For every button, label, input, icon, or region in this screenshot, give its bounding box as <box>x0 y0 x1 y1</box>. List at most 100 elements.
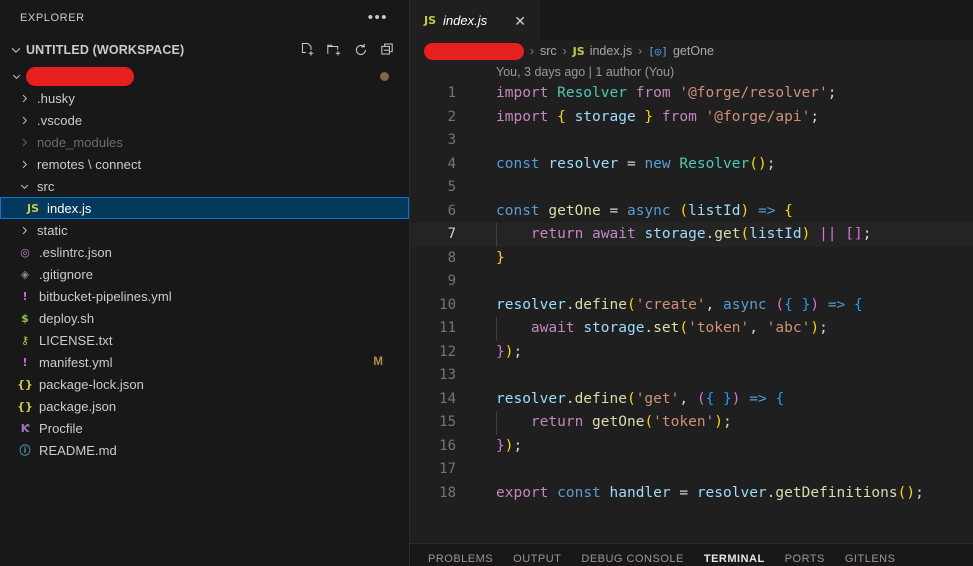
panel-tab-terminal[interactable]: TERMINAL <box>704 553 765 566</box>
code-line[interactable]: 8} <box>410 247 973 271</box>
code-token: import <box>496 108 558 125</box>
code-line[interactable]: 6 const getOne = async (listId) => { <box>410 200 973 224</box>
code-token: ( <box>626 296 636 313</box>
close-icon[interactable]: ✕ <box>510 11 530 31</box>
tree-file-item[interactable]: $ deploy.sh <box>0 307 409 329</box>
code-token: new <box>644 155 671 172</box>
code-line[interactable]: 12}); <box>410 341 973 365</box>
breadcrumb-item-file[interactable]: JS index.js <box>573 44 632 58</box>
code-line[interactable]: 7 return await storage.get(listId) || []… <box>410 223 973 247</box>
bottom-panel-tabs[interactable]: PROBLEMS OUTPUT DEBUG CONSOLE TERMINAL PORTS… <box>410 543 973 566</box>
tree-file-item[interactable]: Ƙ Procfile <box>0 417 409 439</box>
panel-tab-ports[interactable]: PORTS <box>785 553 825 566</box>
chevron-down-icon[interactable] <box>8 65 24 87</box>
tree-file-item[interactable]: ◈ .gitignore <box>0 263 409 285</box>
workspace-root-row[interactable]: UNTITLED (WORKSPACE) <box>0 35 409 65</box>
new-file-icon[interactable] <box>299 42 315 58</box>
code-line[interactable]: 11 await storage.set('token', 'abc'); <box>410 317 973 341</box>
more-actions-icon[interactable]: ••• <box>365 10 391 25</box>
code-token: ( <box>626 390 636 407</box>
code-line[interactable]: 17 <box>410 458 973 482</box>
file-type-icon: {} <box>17 399 33 413</box>
tree-file-item[interactable]: ⓘ README.md <box>0 439 409 461</box>
panel-tab-problems[interactable]: PROBLEMS <box>428 553 493 566</box>
tree-folder-item[interactable]: static <box>0 219 409 241</box>
chevron-right-icon[interactable] <box>16 109 32 131</box>
tree-folder-item[interactable]: .husky <box>0 87 409 109</box>
code-line[interactable]: 4 const resolver = new Resolver(); <box>410 153 973 177</box>
code-token: } <box>496 249 505 266</box>
panel-tab-gitlens[interactable]: GITLENS <box>845 553 896 566</box>
code-line[interactable]: 13 <box>410 364 973 388</box>
chevron-down-icon[interactable] <box>16 175 32 197</box>
refresh-icon[interactable] <box>353 42 369 58</box>
code-token: from <box>661 108 697 125</box>
chevron-right-icon[interactable] <box>16 87 32 109</box>
code-token: ( <box>644 414 654 430</box>
chevron-down-icon[interactable] <box>8 42 24 58</box>
line-number: 4 <box>447 155 456 172</box>
chevron-right-icon[interactable] <box>16 153 32 175</box>
tree-file-item[interactable]: ◎ .eslintrc.json <box>0 241 409 263</box>
tree-item-selected[interactable]: JS index.js <box>0 197 409 219</box>
new-folder-icon[interactable] <box>326 42 342 58</box>
breadcrumb-root-redacted[interactable] <box>424 42 524 60</box>
code-line[interactable]: 16}); <box>410 435 973 459</box>
code-line[interactable]: 9 <box>410 270 973 294</box>
code-token: , <box>749 320 767 336</box>
tree-folder-item[interactable]: src <box>0 175 409 197</box>
code-line-content: await storage.set('token', 'abc'); <box>478 317 973 341</box>
code-line[interactable]: 3 <box>410 129 973 153</box>
tree-file-item[interactable]: {} package-lock.json <box>0 373 409 395</box>
tree-file-item[interactable]: ⚷ LICENSE.txt <box>0 329 409 351</box>
line-number: 18 <box>439 484 456 501</box>
tree-file-item[interactable]: {} package.json <box>0 395 409 417</box>
code-token: get <box>714 226 741 242</box>
code-line[interactable]: 5 <box>410 176 973 200</box>
editor-tab-label: index.js <box>443 13 488 28</box>
code-line[interactable]: 2 import { storage } from '@forge/api'; <box>410 106 973 130</box>
code-token: 'abc' <box>766 320 811 336</box>
code-line-content: import Resolver from '@forge/resolver'; <box>478 82 973 106</box>
code-token: ; <box>810 108 820 125</box>
tree-folder-item[interactable]: .vscode <box>0 109 409 131</box>
vscode-window: EXPLORER ••• UNTITLED (WORKSPACE) .husky… <box>0 0 973 566</box>
code-token: await <box>592 226 636 242</box>
code-token: const <box>496 155 540 172</box>
tree-folder-item[interactable]: remotes \ connect <box>0 153 409 175</box>
panel-tab-debug-console[interactable]: DEBUG CONSOLE <box>581 553 683 566</box>
code-token: } <box>496 437 505 454</box>
chevron-right-icon[interactable] <box>16 131 32 153</box>
breadcrumb-item-symbol[interactable]: [◎] getOne <box>648 44 714 58</box>
breadcrumb-separator: › <box>562 44 567 58</box>
code-line[interactable]: 10 resolver.define('create', async ({ }) … <box>410 294 973 318</box>
code-line[interactable]: 14 resolver.define('get', ({ }) => { <box>410 388 973 412</box>
breadcrumb-item-src[interactable]: src <box>540 44 557 58</box>
code-line[interactable]: 18 export const handler = resolver.getDef… <box>410 482 973 506</box>
panel-tab-output[interactable]: OUTPUT <box>513 553 561 566</box>
tree-file-item[interactable]: ! bitbucket-pipelines.yml <box>0 285 409 307</box>
code-token: () <box>897 484 916 501</box>
file-tree[interactable]: .husky .vscode node_modules remotes \ conne… <box>0 65 409 566</box>
tree-file-item[interactable] <box>0 65 409 87</box>
file-type-icon: ⓘ <box>19 444 31 457</box>
code-token: . <box>565 390 575 407</box>
code-token: = <box>600 202 627 219</box>
tree-folder-item[interactable]: node_modules <box>0 131 409 153</box>
code-line[interactable]: 15 return getOne('token'); <box>410 411 973 435</box>
chevron-right-icon[interactable] <box>16 219 32 241</box>
code-token: [] <box>845 226 863 242</box>
code-line-content: }); <box>478 435 973 459</box>
editor-tab-index-js[interactable]: JS index.js ✕ <box>410 0 541 40</box>
workspace-label: UNTITLED (WORKSPACE) <box>26 43 185 57</box>
tree-file-item[interactable]: ! manifest.yml M <box>0 351 409 373</box>
code-token: resolver <box>696 484 767 501</box>
code-editor[interactable]: 1 import Resolver from '@forge/resolver';… <box>410 82 973 543</box>
file-type-icon: $ <box>21 311 29 325</box>
code-line[interactable]: 1 import Resolver from '@forge/resolver'; <box>410 82 973 106</box>
tree-item-label: README.md <box>39 442 117 458</box>
collapse-all-icon[interactable] <box>380 42 396 58</box>
code-token: ) <box>714 414 724 430</box>
